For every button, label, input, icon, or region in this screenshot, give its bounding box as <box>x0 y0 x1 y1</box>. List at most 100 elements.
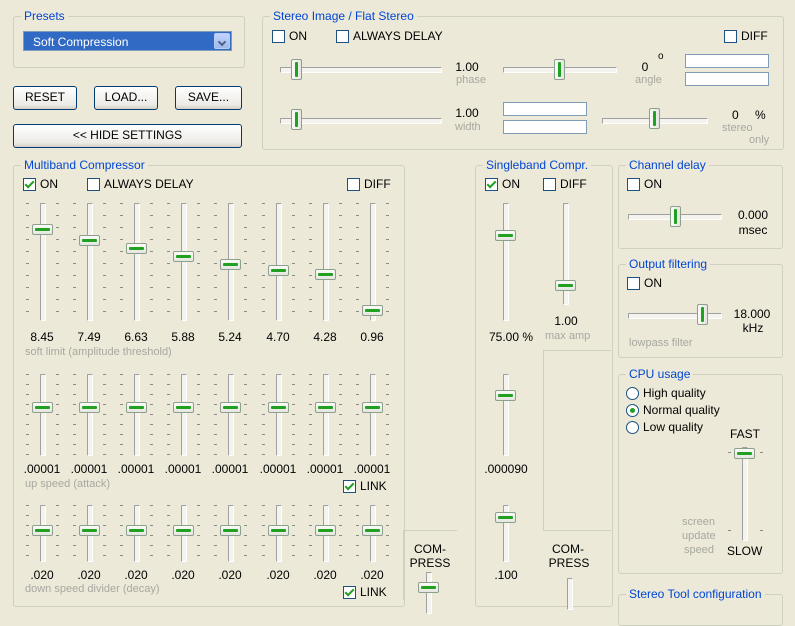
chevron-down-icon[interactable] <box>214 33 230 49</box>
checkbox-box[interactable] <box>343 479 356 493</box>
checkbox-box[interactable] <box>336 29 349 43</box>
checkbox-box[interactable] <box>627 177 640 191</box>
up-speed-link-label: LINK <box>360 479 387 493</box>
preset-select[interactable]: Soft Compression <box>23 31 232 51</box>
up-speed-slider-thumb[interactable] <box>315 402 336 413</box>
soft-limit-slider-thumb[interactable] <box>173 251 194 262</box>
soft-limit-slider-track[interactable] <box>370 203 376 321</box>
down-speed-slider-thumb[interactable] <box>220 525 241 536</box>
up-speed-slider-track[interactable] <box>134 374 140 456</box>
checkbox-box[interactable] <box>272 29 285 43</box>
up-speed-slider-track[interactable] <box>181 374 187 456</box>
soft-limit-slider-track[interactable] <box>181 203 187 321</box>
save-button[interactable]: SAVE... <box>175 86 242 110</box>
checkbox-box[interactable] <box>724 29 737 43</box>
channel-delay-on-checkbox[interactable]: ON <box>627 177 662 191</box>
hide-settings-button[interactable]: << HIDE SETTINGS <box>13 124 242 148</box>
up-speed-slider-track[interactable] <box>370 374 376 456</box>
radio-button[interactable] <box>626 386 639 400</box>
singleband-attack-slider-track[interactable] <box>503 374 509 456</box>
up-speed-slider-thumb[interactable] <box>268 402 289 413</box>
phase-slider-track[interactable] <box>280 67 442 73</box>
stereo-on-checkbox[interactable]: ON <box>272 29 307 43</box>
channel-delay-slider-thumb[interactable] <box>670 206 681 227</box>
stereo-only-slider-thumb[interactable] <box>649 108 660 129</box>
down-speed-slider-thumb[interactable] <box>32 525 53 536</box>
slider-tick <box>339 239 342 240</box>
soft-limit-slider-thumb[interactable] <box>32 224 53 235</box>
soft-limit-slider-track[interactable] <box>87 203 93 321</box>
width-slider-thumb[interactable] <box>291 109 302 130</box>
down-speed-link-checkbox[interactable]: LINK <box>343 585 387 599</box>
down-speed-slider-thumb[interactable] <box>315 525 336 536</box>
soft-limit-slider-track[interactable] <box>323 203 329 321</box>
soft-limit-slider-track[interactable] <box>276 203 282 321</box>
stereo-always-delay-checkbox[interactable]: ALWAYS DELAY <box>336 29 443 43</box>
multiband-compress-slider-track[interactable] <box>426 572 432 614</box>
max-amp-slider-thumb[interactable] <box>555 280 576 291</box>
checkbox-box[interactable] <box>627 276 640 290</box>
down-speed-slider-thumb[interactable] <box>126 525 147 536</box>
down-speed-slider-thumb[interactable] <box>362 525 383 536</box>
radio-button[interactable] <box>626 420 639 434</box>
checkbox-box[interactable] <box>543 177 556 191</box>
up-speed-slider-track[interactable] <box>87 374 93 456</box>
load-button[interactable]: LOAD... <box>94 86 158 110</box>
soft-limit-slider-thumb[interactable] <box>268 265 289 276</box>
singleband-attack-slider-thumb[interactable] <box>495 390 516 401</box>
singleband-diff-checkbox[interactable]: DIFF <box>543 177 587 191</box>
up-speed-slider-track[interactable] <box>276 374 282 456</box>
up-speed-slider-track[interactable] <box>40 374 46 456</box>
singleband-on-checkbox[interactable]: ON <box>485 177 520 191</box>
slider-tick <box>386 275 389 276</box>
up-speed-slider-thumb[interactable] <box>220 402 241 413</box>
soft-limit-slider-thumb[interactable] <box>79 235 100 246</box>
multiband-diff-checkbox[interactable]: DIFF <box>347 177 391 191</box>
down-speed-slider-thumb[interactable] <box>173 525 194 536</box>
down-speed-slider-thumb[interactable] <box>268 525 289 536</box>
slider-tick <box>56 203 59 204</box>
checkbox-box[interactable] <box>347 177 360 191</box>
angle-slider-thumb[interactable] <box>554 59 565 80</box>
up-speed-slider-track[interactable] <box>228 374 234 456</box>
cpu-quality-radio[interactable]: High quality <box>626 386 706 400</box>
cpu-quality-radio[interactable]: Normal quality <box>626 403 720 417</box>
singleband-threshold-slider-track[interactable] <box>503 203 509 321</box>
reset-button[interactable]: RESET <box>13 86 77 110</box>
width-slider-track[interactable] <box>280 118 442 124</box>
soft-limit-slider-thumb[interactable] <box>362 305 383 316</box>
up-speed-slider-thumb[interactable] <box>173 402 194 413</box>
output-filtering-on-checkbox[interactable]: ON <box>627 276 662 290</box>
checkbox-box[interactable] <box>343 585 356 599</box>
screen-update-slider-thumb[interactable] <box>734 448 755 459</box>
up-speed-slider-track[interactable] <box>323 374 329 456</box>
up-speed-slider-thumb[interactable] <box>362 402 383 413</box>
soft-limit-slider-track[interactable] <box>40 203 46 321</box>
soft-limit-slider-thumb[interactable] <box>220 259 241 270</box>
screen-update-slider-track[interactable] <box>742 447 748 541</box>
phase-slider-thumb[interactable] <box>291 59 302 80</box>
multiband-on-checkbox[interactable]: ON <box>23 177 58 191</box>
slider-tick <box>120 384 123 385</box>
stereo-diff-checkbox[interactable]: DIFF <box>724 29 768 43</box>
soft-limit-slider-thumb[interactable] <box>315 269 336 280</box>
lowpass-slider-thumb[interactable] <box>697 304 708 325</box>
cpu-quality-radio[interactable]: Low quality <box>626 420 703 434</box>
slider-tick <box>309 374 312 375</box>
singleband-compress-slider-track[interactable] <box>567 578 573 610</box>
checkbox-box[interactable] <box>87 177 100 191</box>
singleband-threshold-slider-thumb[interactable] <box>495 230 516 241</box>
radio-button[interactable] <box>626 403 639 417</box>
checkbox-box[interactable] <box>485 177 498 191</box>
singleband-decay-slider-thumb[interactable] <box>495 512 516 523</box>
up-speed-link-checkbox[interactable]: LINK <box>343 479 387 493</box>
checkbox-box[interactable] <box>23 177 36 191</box>
up-speed-slider-thumb[interactable] <box>32 402 53 413</box>
up-speed-slider-thumb[interactable] <box>126 402 147 413</box>
down-speed-slider-thumb[interactable] <box>79 525 100 536</box>
soft-limit-slider-thumb[interactable] <box>126 243 147 254</box>
multiband-compress-slider-thumb[interactable] <box>418 582 439 593</box>
multiband-always-delay-checkbox[interactable]: ALWAYS DELAY <box>87 177 194 191</box>
up-speed-slider-thumb[interactable] <box>79 402 100 413</box>
soft-limit-slider-track[interactable] <box>134 203 140 321</box>
